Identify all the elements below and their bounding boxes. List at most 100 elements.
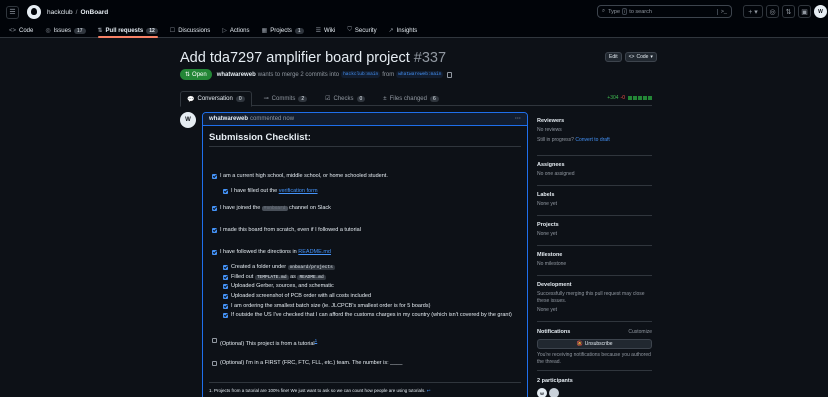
tab-code[interactable]: <> Code [9, 24, 33, 37]
checkbox-checked-icon[interactable] [212, 206, 217, 211]
search-icon: ⌕ [602, 8, 606, 14]
edit-button[interactable]: Edit [605, 52, 622, 62]
checkbox-checked-icon[interactable] [223, 265, 228, 270]
milestone-section: Milestone No milestone [537, 252, 652, 276]
assignees-heading[interactable]: Assignees [537, 162, 652, 168]
checkbox-checked-icon[interactable] [223, 189, 228, 194]
tab-files-changed[interactable]: ± Files changed 6 [377, 91, 444, 106]
checkbox-checked-icon[interactable] [212, 250, 217, 255]
tab-checks[interactable]: ☑ Checks 0 [319, 91, 371, 106]
list-item: Created a folder under onboard/projects [223, 264, 335, 271]
list-item: (Optional) I'm in a FIRST (FRC, FTC, FLL… [212, 360, 402, 367]
checkbox-checked-icon[interactable] [212, 228, 217, 233]
tab-commits[interactable]: ⊸ Commits 2 [258, 91, 313, 106]
copy-icon[interactable] [447, 71, 453, 78]
tab-wiki[interactable]: ☰ Wiki [316, 24, 336, 37]
checkbox-checked-icon[interactable] [223, 284, 228, 289]
diffstat: +304 -0 [607, 95, 652, 101]
commit-icon: ⊸ [263, 96, 269, 102]
projects-heading[interactable]: Projects [537, 222, 652, 228]
milestone-heading[interactable]: Milestone [537, 252, 652, 258]
list-item: I have followed the directions in README… [212, 249, 331, 256]
status-badge: ⇅ Open [180, 69, 212, 80]
file-diff-icon: ± [383, 95, 387, 102]
list-item: I am ordering the smallest batch size (i… [223, 303, 430, 310]
comment-body: Submission Checklist: I am a current hig… [203, 126, 527, 397]
list-item: Uploaded Gerber, sources, and schematic [223, 283, 334, 290]
notifications-icon[interactable]: ▣ [798, 5, 811, 18]
bell-slash-icon: 🔕 [576, 341, 583, 347]
footnote-divider [209, 382, 521, 383]
tab-issues[interactable]: ◎ Issues 17 [45, 24, 86, 37]
github-logo-icon[interactable] [27, 5, 41, 19]
tab-insights[interactable]: ↗ Insights [389, 24, 418, 37]
participant-avatar[interactable]: W [537, 388, 547, 397]
tab-security[interactable]: ⛉ Security [347, 24, 376, 37]
checkbox-checked-icon[interactable] [212, 174, 217, 179]
tab-pull-requests[interactable]: ⇅ Pull requests 12 [97, 24, 159, 38]
participant-avatar[interactable] [549, 388, 559, 397]
participants-section: 2 participants W [537, 378, 652, 397]
checklist-icon: ☑ [325, 96, 331, 102]
customize-link[interactable]: Customize [628, 329, 652, 335]
unsubscribe-button[interactable]: 🔕 Unsubscribe [537, 339, 652, 349]
notifications-section: Notifications Customize 🔕 Unsubscribe You… [537, 329, 652, 371]
list-item: I made this board from scratch, even if … [212, 227, 361, 234]
page-title: Add tda7297 amplifier board project #337 [180, 50, 447, 66]
footnote-backref-icon[interactable]: ↩ [427, 388, 431, 393]
avatar[interactable]: W [814, 5, 827, 18]
tab-discussions[interactable]: ☐ Discussions [170, 24, 210, 37]
checkbox-checked-icon[interactable] [223, 313, 228, 318]
book-icon: ☰ [315, 28, 322, 34]
menu-icon[interactable]: ☰ [6, 5, 19, 19]
reviewers-section: Reviewers No reviews Still in progress? … [537, 118, 652, 156]
comment-author[interactable]: whatwareweb [209, 116, 248, 122]
pr-state-row: ⇅ Open whatwareweb wants to merge 2 commi… [180, 69, 453, 80]
checkbox-checked-icon[interactable] [223, 275, 228, 280]
pr-tabs: 💬 Conversation 0 ⊸ Commits 2 ☑ Checks 0 ± Files… [180, 91, 652, 107]
development-heading[interactable]: Development [537, 282, 652, 288]
kebab-menu-icon[interactable]: ··· [515, 116, 521, 122]
reviewers-heading[interactable]: Reviewers [537, 118, 652, 124]
pull-requests-count: 12 [146, 27, 158, 34]
comment-box: whatwareweb commented now ··· Submission… [202, 112, 528, 397]
tab-projects[interactable]: ▦ Projects 1 [262, 24, 304, 37]
pull-request-icon: ⇅ [97, 28, 103, 34]
footnote-ref-link[interactable]: 1 [315, 338, 318, 343]
breadcrumb-owner[interactable]: hackclub [47, 9, 73, 16]
comment-avatar[interactable]: W [180, 112, 196, 128]
footnote: 1. Projects from a tutorial are 100% fin… [209, 388, 431, 393]
checklist-heading: Submission Checklist: [209, 132, 521, 147]
checkbox-checked-icon[interactable] [223, 304, 228, 309]
convert-to-draft-link[interactable]: Convert to draft [575, 137, 609, 143]
issues-count: 17 [73, 27, 86, 34]
checkbox-checked-icon[interactable] [223, 294, 228, 299]
tab-actions[interactable]: ▷ Actions [222, 24, 249, 37]
projects-section: Projects None yet [537, 222, 652, 246]
pull-requests-icon[interactable]: ⇅ [782, 5, 795, 18]
checkbox-unchecked-icon[interactable] [212, 361, 217, 366]
discussion-icon: ☐ [169, 28, 176, 34]
participants-heading: 2 participants [537, 378, 573, 384]
channel-code: #onboard [261, 206, 288, 211]
list-item: Uploaded screenshot of PCB order with al… [223, 293, 371, 300]
breadcrumb-repo[interactable]: OnBoard [80, 9, 108, 16]
base-branch[interactable]: hackclub:main [341, 71, 381, 78]
tab-conversation[interactable]: 💬 Conversation 0 [180, 91, 252, 107]
pr-author-link[interactable]: whatwareweb [217, 72, 256, 78]
verification-form-link[interactable]: verification form [279, 188, 318, 194]
command-palette-icon[interactable]: >_ [716, 8, 727, 15]
readme-link[interactable]: README.md [298, 249, 331, 255]
labels-heading[interactable]: Labels [537, 192, 652, 198]
projects-count: 1 [294, 27, 304, 34]
code-icon: <> [9, 27, 17, 34]
comment-icon: 💬 [187, 96, 195, 103]
code-button[interactable]: <> Code ▾ [624, 52, 657, 62]
checkbox-unchecked-icon[interactable] [212, 338, 217, 343]
search-input[interactable]: ⌕ Type / to search >_ [597, 5, 732, 18]
create-new-icon[interactable]: + ▾ [743, 5, 763, 18]
graph-icon: ↗ [388, 28, 394, 34]
head-branch[interactable]: whatwareweb:main [396, 71, 444, 78]
issues-icon[interactable]: ◎ [766, 5, 779, 18]
issue-icon: ◎ [45, 28, 51, 34]
